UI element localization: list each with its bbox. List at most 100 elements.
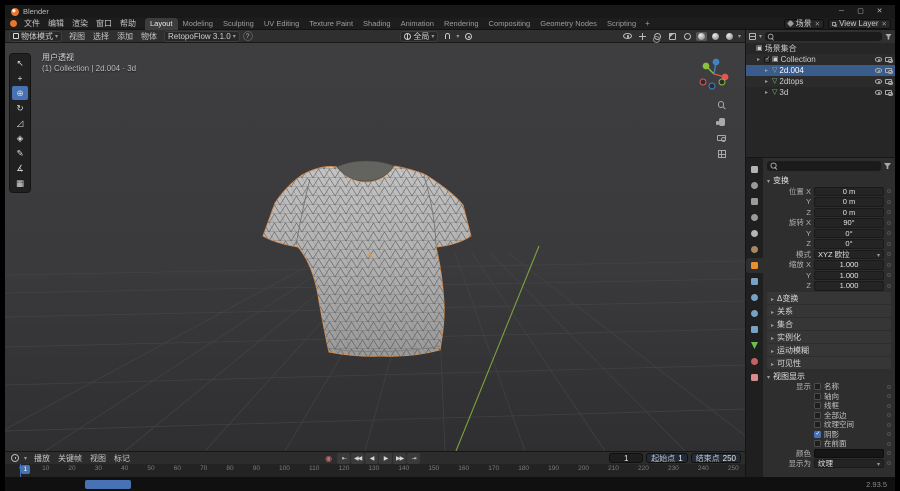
menu-item[interactable]: 窗口 <box>92 18 116 29</box>
tool-button[interactable]: ✎ <box>12 146 28 160</box>
zoom-icon[interactable] <box>718 101 726 109</box>
viewport-menu-item[interactable]: 添加 <box>113 31 137 42</box>
animate-decorator-icon[interactable] <box>887 385 891 389</box>
animate-decorator-icon[interactable] <box>887 210 891 214</box>
camera-view-icon[interactable] <box>717 135 726 141</box>
properties-tab[interactable] <box>746 370 763 385</box>
viewport-menu-item[interactable]: 视图 <box>65 31 89 42</box>
frame-end-field[interactable]: 结束点 250 <box>691 453 741 463</box>
animate-decorator-icon[interactable] <box>887 284 891 288</box>
properties-tab[interactable] <box>746 290 763 305</box>
animate-decorator-icon[interactable] <box>887 231 891 235</box>
animate-decorator-icon[interactable] <box>887 221 891 225</box>
outliner-row[interactable]: ▸ 2d.004 <box>746 65 895 76</box>
disable-in-render-icon[interactable] <box>885 68 892 73</box>
properties-tab[interactable] <box>746 354 763 369</box>
auto-keying-button[interactable]: ◉ <box>323 454 334 463</box>
collapsed-panel-header[interactable]: Δ变换 <box>767 292 891 304</box>
animate-decorator-icon[interactable] <box>887 200 891 204</box>
timeline-menu-item[interactable]: 关键帧 <box>54 453 86 464</box>
blender-app-menu-icon[interactable] <box>10 20 17 27</box>
playback-button[interactable]: ▶ <box>379 453 392 464</box>
properties-tab[interactable] <box>746 178 763 193</box>
properties-search-input[interactable] <box>767 161 881 171</box>
tool-button[interactable]: ⊕ <box>12 86 28 100</box>
animate-decorator-icon[interactable] <box>887 413 891 417</box>
hide-in-viewport-icon[interactable] <box>875 90 882 95</box>
hide-in-viewport-icon[interactable] <box>875 79 882 84</box>
timeline-menu-item[interactable]: 播放 <box>30 453 54 464</box>
field-input[interactable]: 1.000 <box>814 271 884 281</box>
properties-tab[interactable] <box>746 226 763 241</box>
expand-arrow-icon[interactable]: ▸ <box>765 67 770 74</box>
animate-decorator-icon[interactable] <box>887 189 891 193</box>
collection-checkbox[interactable] <box>764 57 770 63</box>
checkbox[interactable] <box>814 431 821 438</box>
workspace-tab[interactable]: Layout <box>145 18 178 30</box>
checkbox[interactable] <box>814 421 821 428</box>
workspace-tab[interactable]: Shading <box>358 18 396 30</box>
playhead[interactable]: 1 <box>20 464 21 477</box>
menu-item[interactable]: 帮助 <box>116 18 140 29</box>
display-as-dropdown[interactable]: 纹理 <box>814 459 884 469</box>
animate-decorator-icon[interactable] <box>887 451 891 455</box>
add-workspace-button[interactable]: + <box>641 19 654 28</box>
checkbox[interactable] <box>814 412 821 419</box>
animate-decorator-icon[interactable] <box>887 242 891 246</box>
snap-magnet-icon[interactable] <box>441 31 453 42</box>
workspace-tab[interactable]: Sculpting <box>218 18 259 30</box>
animate-decorator-icon[interactable] <box>887 273 891 277</box>
shading-rendered-icon[interactable] <box>724 32 735 41</box>
tool-button[interactable]: ↻ <box>12 101 28 115</box>
workspace-tab[interactable]: Compositing <box>484 18 536 30</box>
close-button[interactable]: ✕ <box>870 5 889 18</box>
checkbox[interactable] <box>814 440 821 447</box>
outliner-editor-type-icon[interactable] <box>749 33 756 40</box>
retopoflow-dropdown[interactable]: RetopoFlow 3.1.0 ▾ <box>164 31 240 42</box>
expand-arrow-icon[interactable]: ▸ <box>765 89 770 96</box>
disable-in-render-icon[interactable] <box>885 79 892 84</box>
workspace-tab[interactable]: Geometry Nodes <box>535 18 602 30</box>
properties-tab[interactable] <box>746 306 763 321</box>
outliner-row[interactable]: ▸ 2dtops <box>746 76 895 87</box>
overlays-toggle-icon[interactable] <box>652 31 664 42</box>
tool-button[interactable]: ∡ <box>12 161 28 175</box>
navigation-gizmo[interactable] <box>697 57 731 93</box>
animate-decorator-icon[interactable] <box>887 263 891 267</box>
field-input[interactable]: 0 m <box>814 197 884 207</box>
shading-wireframe-icon[interactable] <box>682 32 693 41</box>
field-input[interactable]: 90° <box>814 218 884 228</box>
tool-button[interactable]: ▦ <box>12 176 28 190</box>
properties-tab[interactable] <box>746 210 763 225</box>
collapsed-panel-header[interactable]: 可见性 <box>767 357 891 369</box>
tool-button[interactable]: ◈ <box>12 131 28 145</box>
properties-tab[interactable] <box>746 242 763 257</box>
pan-hand-icon[interactable] <box>719 118 725 126</box>
properties-tab[interactable] <box>746 274 763 289</box>
disable-in-render-icon[interactable] <box>885 90 892 95</box>
properties-tab[interactable] <box>746 162 763 177</box>
workspace-tab[interactable]: UV Editing <box>259 18 304 30</box>
outliner-row[interactable]: ▸ 场景集合 <box>746 43 895 54</box>
minimize-button[interactable]: ─ <box>832 5 851 18</box>
tool-button[interactable]: ↖ <box>12 56 28 70</box>
animate-decorator-icon[interactable] <box>887 404 891 408</box>
visibility-dropdown-icon[interactable] <box>622 31 634 42</box>
tool-button[interactable]: ◿ <box>12 116 28 130</box>
scene-selector[interactable]: 场景 ✕ <box>784 19 824 29</box>
properties-tab[interactable] <box>746 338 763 353</box>
animate-decorator-icon[interactable] <box>887 461 891 465</box>
transform-orientation-dropdown[interactable]: 全局 ▾ <box>400 31 438 42</box>
menu-item[interactable]: 编辑 <box>44 18 68 29</box>
workspace-tab[interactable]: Rendering <box>439 18 484 30</box>
timeline-menu-item[interactable]: 视图 <box>86 453 110 464</box>
field-input[interactable]: XYZ 欧拉 <box>814 250 884 260</box>
workspace-tab[interactable]: Animation <box>396 18 439 30</box>
timeline-menu-item[interactable]: 标记 <box>110 453 134 464</box>
viewport-display-panel-header[interactable]: 视图显示 <box>767 370 891 382</box>
help-icon[interactable]: ? <box>243 31 253 41</box>
hide-in-viewport-icon[interactable] <box>875 68 882 73</box>
field-input[interactable]: 0° <box>814 229 884 239</box>
properties-tab[interactable] <box>746 194 763 209</box>
animate-decorator-icon[interactable] <box>887 442 891 446</box>
